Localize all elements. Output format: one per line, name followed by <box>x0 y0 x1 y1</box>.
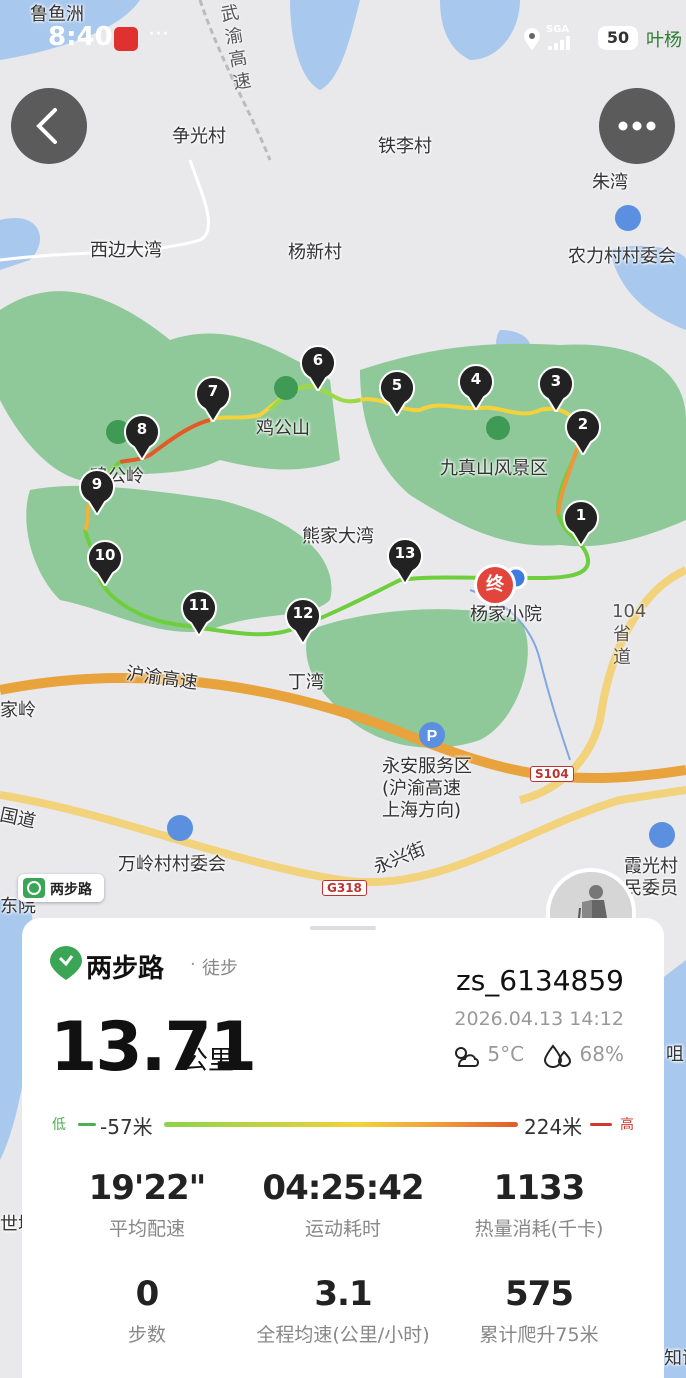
stat-ascent: 575 累计爬升75米 <box>434 1274 644 1347</box>
brand-name: 两步路 <box>86 954 165 984</box>
km-marker-4[interactable]: 4 <box>457 364 495 410</box>
km-marker-6[interactable]: 6 <box>299 345 337 391</box>
partly-cloudy-icon <box>455 1046 480 1067</box>
stat-value: 3.1 <box>314 1274 372 1314</box>
map-label-wanling: 万岭村村委会 <box>118 854 226 875</box>
more-notifications-icon: ··· <box>148 22 169 47</box>
stat-value: 19'22" <box>88 1168 207 1208</box>
battery-indicator: 50 <box>598 26 638 50</box>
map-label-zhuwan: 朱湾 <box>592 172 628 193</box>
stat-value: 575 <box>505 1274 574 1314</box>
km-marker-8[interactable]: 8 <box>123 414 161 460</box>
temperature: 5°C <box>487 1042 525 1066</box>
map-label-jiuzhenshan: 九真山风景区 <box>440 458 548 479</box>
map-label-xiongjia: 熊家大湾 <box>302 526 374 547</box>
stat-label: 累计爬升75米 <box>479 1324 599 1346</box>
map-label-yongan: 永安服务区 (沪渝高速 上海方向) <box>382 756 472 821</box>
stat-value: 04:25:42 <box>262 1168 424 1208</box>
brand-logo-icon <box>50 946 82 980</box>
humidity: 68% <box>579 1042 624 1066</box>
stat-label: 热量消耗(千卡) <box>474 1218 604 1240</box>
distance-unit: 公里 <box>182 1046 235 1076</box>
map-label-yangxin: 杨新村 <box>288 242 342 263</box>
more-dots-icon <box>618 121 656 131</box>
map-label-zhiyi: 知语 <box>664 1348 686 1369</box>
km-marker-2[interactable]: 2 <box>564 409 602 455</box>
stat-calories: 1133 热量消耗(千卡) <box>434 1168 644 1241</box>
km-marker-13[interactable]: 13 <box>386 538 424 584</box>
map-label-dingwan: 丁湾 <box>288 672 324 693</box>
stat-steps: 0 步数 <box>42 1274 252 1347</box>
km-marker-5[interactable]: 5 <box>378 370 416 416</box>
elevation-high-swatch <box>590 1123 612 1126</box>
status-bar: 8:40 ··· SGA 50 叶杨 <box>0 0 686 80</box>
signal-icon <box>548 36 570 50</box>
mountain-icon <box>274 376 298 400</box>
map-label-provincial: 104省道 <box>612 601 647 668</box>
stat-label: 运动耗时 <box>304 1218 381 1240</box>
stat-value: 1133 <box>493 1168 586 1208</box>
stat-label: 全程均速(公里/小时) <box>256 1324 430 1346</box>
elevation-max: 224米 <box>524 1115 583 1139</box>
elevation-min: -57米 <box>100 1115 153 1139</box>
km-marker-3[interactable]: 3 <box>537 366 575 412</box>
village-office-icon <box>649 822 675 848</box>
location-icon <box>524 28 540 50</box>
parking-glyph: P <box>427 728 438 745</box>
road-shield-s104: S104 <box>530 766 574 782</box>
stat-avg-pace: 19'22" 平均配速 <box>42 1168 252 1241</box>
elevation-low-swatch <box>78 1123 96 1126</box>
map-label-zhengguang: 争光村 <box>172 126 226 147</box>
km-marker-12[interactable]: 12 <box>284 598 322 644</box>
brand-logo-icon <box>23 878 45 898</box>
elevation-gradient <box>164 1122 518 1127</box>
brand-separator: · <box>190 954 196 975</box>
road-shield-g318: G318 <box>322 880 367 896</box>
map-label-jigongshan: 鸡公山 <box>256 418 310 439</box>
username: zs_6134859 <box>456 964 624 997</box>
network-label: SGA <box>546 24 570 35</box>
stat-label: 步数 <box>127 1324 166 1346</box>
app-notification-icon <box>114 27 138 51</box>
activity-type: 徒步 <box>202 958 238 979</box>
brand-tag-label: 两步路 <box>50 882 92 898</box>
activity-summary-card: 两步路 · 徒步 13.71 公里 zs_6134859 2026.04.13 … <box>22 918 664 1378</box>
weather-info: 5°C 68% <box>451 1042 624 1070</box>
stat-duration: 04:25:42 运动耗时 <box>238 1168 448 1241</box>
map-label-luyu: 鲁鱼洲 <box>30 4 84 25</box>
elevation-low-label: 低 <box>52 1117 66 1133</box>
back-button[interactable] <box>11 88 87 164</box>
map-label-nongli: 农力村村委会 <box>568 246 676 267</box>
km-marker-7[interactable]: 7 <box>194 376 232 422</box>
end-marker[interactable]: 终 <box>474 564 516 606</box>
km-marker-9[interactable]: 9 <box>78 469 116 515</box>
status-time: 8:40 <box>48 22 113 52</box>
more-options-button[interactable] <box>599 88 675 164</box>
map-label-tieli: 铁李村 <box>378 136 432 157</box>
km-marker-11[interactable]: 11 <box>180 590 218 636</box>
village-office-icon <box>167 815 193 841</box>
drag-handle[interactable] <box>310 926 376 930</box>
status-right-text: 叶杨 <box>646 30 682 51</box>
map-label-hu: 咀 <box>666 1044 684 1065</box>
activity-datetime: 2026.04.13 14:12 <box>454 1008 624 1030</box>
humidity-icon <box>544 1043 572 1068</box>
map-label-xiaguang: 霞光村 民委员 <box>624 856 678 899</box>
elevation-legend: 低 -57米 224米 高 <box>52 1112 636 1139</box>
map-brand-tag: 两步路 <box>18 874 104 902</box>
map-label-xibian: 西边大湾 <box>90 240 162 261</box>
stat-label: 平均配速 <box>108 1218 185 1240</box>
chevron-left-icon <box>36 108 57 144</box>
map-label-yangjia: 杨家小院 <box>470 604 542 625</box>
stat-avg-speed: 3.1 全程均速(公里/小时) <box>238 1274 448 1347</box>
stat-value: 0 <box>135 1274 160 1314</box>
village-office-icon <box>615 205 641 231</box>
elevation-high-label: 高 <box>620 1117 634 1133</box>
km-marker-10[interactable]: 10 <box>86 540 124 586</box>
map-label-jialing: 家岭 <box>0 700 36 721</box>
scenic-icon <box>486 416 510 440</box>
km-marker-1[interactable]: 1 <box>562 500 600 546</box>
